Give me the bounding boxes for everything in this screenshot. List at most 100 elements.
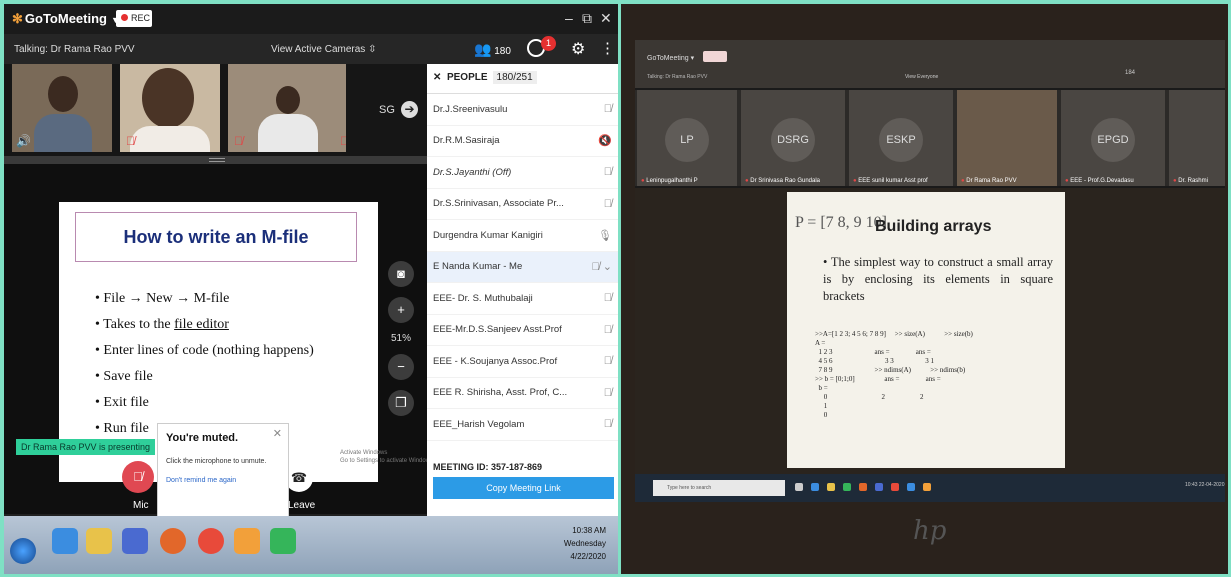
mic-status-icon[interactable]: 🎙̸ [604,103,612,115]
photo-task-icon [795,483,803,491]
system-clock[interactable]: 10:38 AM Wednesday 4/22/2020 [524,524,606,563]
more-icon[interactable]: ⋮ [600,39,615,57]
people-row[interactable]: Dr.R.M.Sasiraja 🔇 [427,126,618,157]
mic-status-icon[interactable]: 🔇 [598,134,612,147]
people-row[interactable]: EEE R. Shirisha, Asst. Prof, C... 🎙̸ [427,378,618,409]
zoom-in-button[interactable]: + [388,297,414,323]
view-cameras-dropdown[interactable]: View Active Cameras ⇳ [271,44,376,55]
bullet: Exit file [95,390,314,416]
mic-status-icon[interactable]: 🎙̸ [604,387,612,399]
tile-initials: LP [665,118,709,162]
whatsapp-icon[interactable] [270,528,296,554]
grip-icon[interactable] [209,158,225,162]
people-row[interactable]: EEE-Mr.D.S.Sanjeev Asst.Prof 🎙̸ [427,315,618,346]
people-row[interactable]: Durgendra Kumar Kanigiri 🎙 [427,220,618,252]
rec-indicator[interactable]: REC [116,10,152,27]
participant-name: EEE-Mr.D.S.Sanjeev Asst.Prof [433,324,562,336]
close-button[interactable]: ✕ [600,10,612,27]
start-button[interactable] [10,538,36,564]
firefox-icon[interactable] [160,528,186,554]
copy-icon[interactable]: ❐ [388,390,414,416]
slide-bullets: File → New → M-file Takes to the file ed… [95,286,314,442]
mic-button[interactable]: 🎙̸ [122,461,154,493]
photo-tile: ESKP EEE sunil kumar Asst prof [849,90,953,186]
mic-status-icon[interactable]: 🎙̸ ⌄ [591,260,612,273]
app-logo[interactable]: ✻GoToMeeting▼ [12,11,120,27]
title-bar: ✻GoToMeeting▼ REC – ⧉ ✕ [4,4,618,34]
camera-icon[interactable]: ◙ [388,261,414,287]
view-cameras-label: View Active Cameras [271,44,366,55]
mic-off-icon: 🎙̸ [340,134,346,148]
close-icon[interactable]: ✕ [273,427,282,440]
gotomeeting-icon[interactable] [234,528,260,554]
bullet-link: file editor [174,317,229,332]
photo-people-count: 184 [1125,70,1136,76]
video-strip: 🔊 🎙̸ 🎙̸ 🎙̸ SG ➔ [4,64,427,159]
chat-badge: 1 [541,36,556,51]
photo-slide-code: >>A=[1 2 3; 4 5 6; 7 8 9] >> size(A) >> … [815,330,973,419]
talking-label: Talking: Dr Rama Rao PVV [14,44,135,55]
person-head [142,68,194,128]
people-row[interactable]: EEE_Harish Vegolam 🎙̸ [427,409,618,441]
activate-sub: Go to Settings to activate Windows [340,458,434,464]
chrome-icon[interactable] [198,528,224,554]
meeting-toolbar: Talking: Dr Rama Rao PVV View Active Cam… [4,34,618,64]
mic-status-icon[interactable]: 🎙̸ [604,355,612,367]
photo-search: Type here to search [653,480,785,496]
next-arrow-icon[interactable]: ➔ [401,101,418,118]
people-row[interactable]: Dr.S.Srinivasan, Associate Pr... 🎙̸ [427,189,618,220]
mic-status-icon[interactable]: 🎙̸ [604,198,612,210]
laptop-photo: GoToMeeting ▾ Talking: Dr Rama Rao PVV V… [621,4,1228,574]
photo-task-icon [827,483,835,491]
tile-initials: DSRG [771,118,815,162]
minimize-button[interactable]: – [565,10,573,26]
copy-link-button[interactable]: Copy Meeting Link [433,477,614,499]
gear-icon[interactable]: ⚙ [571,39,585,59]
photo-app-name: GoToMeeting ▾ [647,55,695,62]
sort-icon: ⇳ [368,44,377,55]
zoom-out-button[interactable]: − [388,354,414,380]
zoom-tools: ◙ + 51% − ❐ [385,261,417,426]
rec-label: REC [131,13,151,23]
video-tile[interactable]: 🎙̸ 🎙̸ [228,64,346,152]
restore-button[interactable]: ⧉ [582,10,592,27]
close-icon[interactable]: ✕ [433,72,441,83]
mic-status-icon[interactable]: 🎙̸ [604,324,612,336]
composite-frame: ✻GoToMeeting▼ REC – ⧉ ✕ Talking: Dr Rama… [0,0,1231,577]
photo-slide-title: Building arrays [875,218,992,235]
people-header: ✕ PEOPLE 180/251 [427,64,618,94]
folder-icon[interactable] [86,528,112,554]
people-icon: 👥 [474,41,492,57]
dont-remind-link[interactable]: Don't remind me again [166,477,280,484]
clock-date: 4/22/2020 [570,552,606,561]
mic-status-icon[interactable]: 🎙̸ [604,418,612,430]
people-row[interactable]: EEE - K.Soujanya Assoc.Prof 🎙̸ [427,346,618,378]
mic-label: Mic [133,500,149,511]
video-tile[interactable]: 🎙̸ [120,64,220,152]
mic-status-icon[interactable]: 🎙̸ [604,292,612,304]
mic-status-icon[interactable]: 🎙̸ [604,166,612,178]
person-body [130,126,210,152]
people-button[interactable]: 👥 180 [474,41,511,58]
ie-icon[interactable] [52,528,78,554]
photo-tile: EPGD EEE - Prof.G.Devadasu [1061,90,1165,186]
people-row[interactable]: EEE- Dr. S. Muthubalaji 🎙̸ [427,283,618,315]
people-row[interactable]: Dr.S.Jayanthi (Off) 🎙̸ [427,157,618,189]
mic-status-icon[interactable]: 🎙 [598,229,612,242]
mic-off-icon: 🎙̸ [234,134,243,148]
presenting-badge: Dr Rama Rao PVV is presenting [16,439,156,455]
video-tile[interactable]: 🔊 [12,64,112,152]
photo-slide: P = [7 8, 9 10] Building arrays • The si… [787,192,1065,468]
photo-task-icon [843,483,851,491]
mic-off-icon: 🎙̸ [126,134,135,148]
photo-tile: LP Leninpugalhanthi P [637,90,737,186]
tile-name: Leninpugalhanthi P [641,178,697,184]
media-icon[interactable] [122,528,148,554]
people-row[interactable]: Dr.J.Sreenivasulu 🎙̸ [427,94,618,126]
windows-taskbar: 10:38 AM Wednesday 4/22/2020 [4,516,618,574]
handwriting: P = [7 8, 9 10] [795,214,887,231]
leave-button[interactable]: ☎ [285,464,313,492]
tile-initials: SG [379,104,395,116]
photo-taskbar: Type here to search 10:43 22-04-2020 [635,474,1225,502]
people-row[interactable]: E Nanda Kumar - Me 🎙̸ ⌄ [427,251,618,283]
